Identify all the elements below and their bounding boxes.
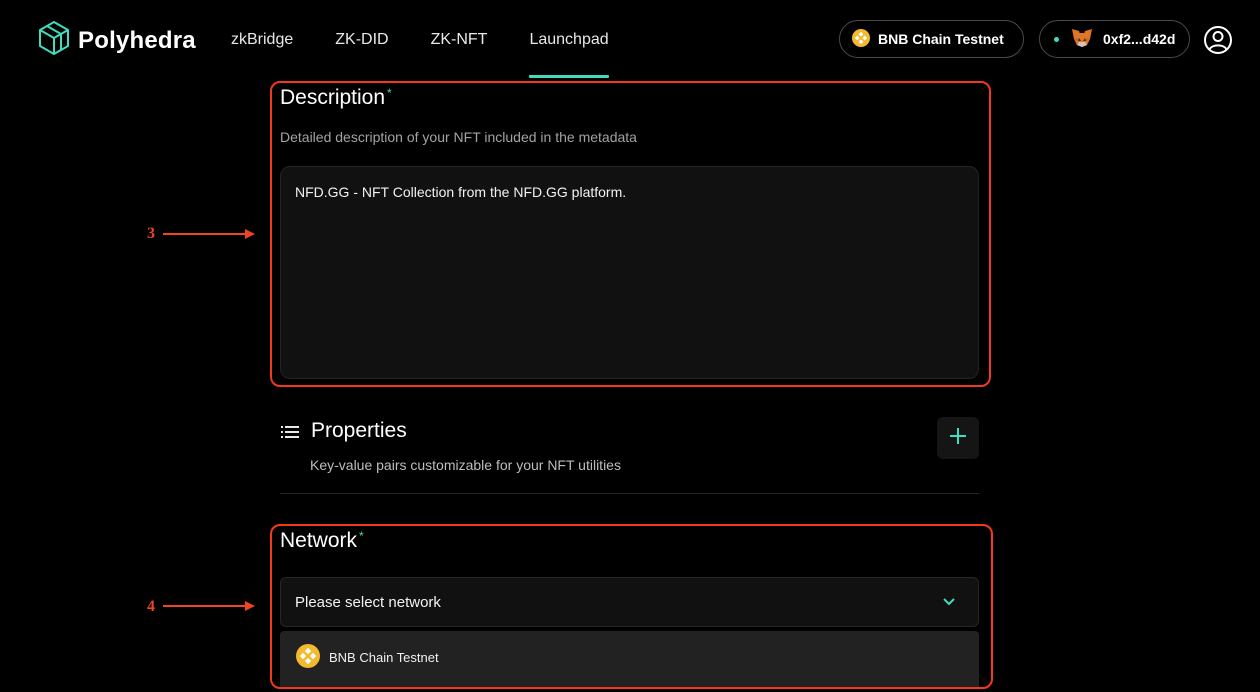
description-textarea[interactable]: NFD.GG - NFT Collection from the NFD.GG … — [280, 166, 979, 379]
network-option-label: BNB Chain Testnet — [329, 649, 439, 665]
nav-link-launchpad[interactable]: Launchpad — [529, 0, 609, 80]
nav-link-zk-did[interactable]: ZK-DID — [335, 0, 388, 80]
nav-links: zkBridge ZK-DID ZK-NFT Launchpad — [231, 0, 651, 80]
nav-link-zk-nft[interactable]: ZK-NFT — [431, 0, 488, 80]
top-nav: Polyhedra zkBridge ZK-DID ZK-NFT Launchp… — [0, 0, 1260, 80]
wallet-button[interactable]: 0xf2...d42d — [1039, 20, 1190, 58]
user-account-button[interactable] — [1202, 24, 1234, 56]
annotation-arrow-3 — [163, 229, 255, 239]
list-icon — [281, 425, 299, 444]
network-dropdown: BNB Chain Testnet — [280, 631, 979, 687]
description-subtitle: Detailed description of your NFT include… — [280, 129, 637, 145]
network-heading: Network * — [280, 529, 364, 553]
annotation-number-4: 4 — [147, 598, 155, 615]
description-title: Description — [280, 86, 386, 109]
network-title: Network — [280, 529, 358, 552]
nav-link-zkbridge[interactable]: zkBridge — [231, 0, 293, 80]
metamask-fox-icon — [1071, 28, 1093, 51]
annotation-number-3: 3 — [147, 225, 155, 242]
network-select[interactable]: Please select network — [280, 577, 979, 627]
section-divider — [280, 493, 979, 494]
annotation-arrow-4 — [163, 601, 255, 611]
add-property-button[interactable] — [937, 417, 979, 459]
chevron-down-icon — [942, 595, 956, 613]
chain-selector-button[interactable]: BNB Chain Testnet — [839, 20, 1024, 58]
page: Polyhedra zkBridge ZK-DID ZK-NFT Launchp… — [0, 0, 1260, 692]
plus-icon — [950, 427, 966, 449]
required-mark: * — [359, 529, 364, 543]
required-mark: * — [387, 86, 392, 100]
connected-status-dot — [1054, 36, 1059, 42]
network-select-placeholder: Please select network — [295, 593, 441, 611]
bnb-icon — [296, 643, 320, 671]
bnb-icon — [852, 28, 870, 50]
description-heading: Description * — [280, 86, 392, 110]
logo[interactable]: Polyhedra — [38, 20, 196, 61]
brand-name: Polyhedra — [78, 26, 196, 54]
network-option[interactable]: BNB Chain Testnet — [280, 631, 979, 683]
wallet-address: 0xf2...d42d — [1103, 31, 1176, 47]
polyhedra-logo-icon — [38, 20, 70, 61]
properties-subtitle: Key-value pairs customizable for your NF… — [310, 457, 621, 473]
user-circle-icon — [1202, 26, 1234, 60]
properties-title: Properties — [311, 419, 407, 442]
chain-selector-label: BNB Chain Testnet — [878, 31, 1004, 47]
